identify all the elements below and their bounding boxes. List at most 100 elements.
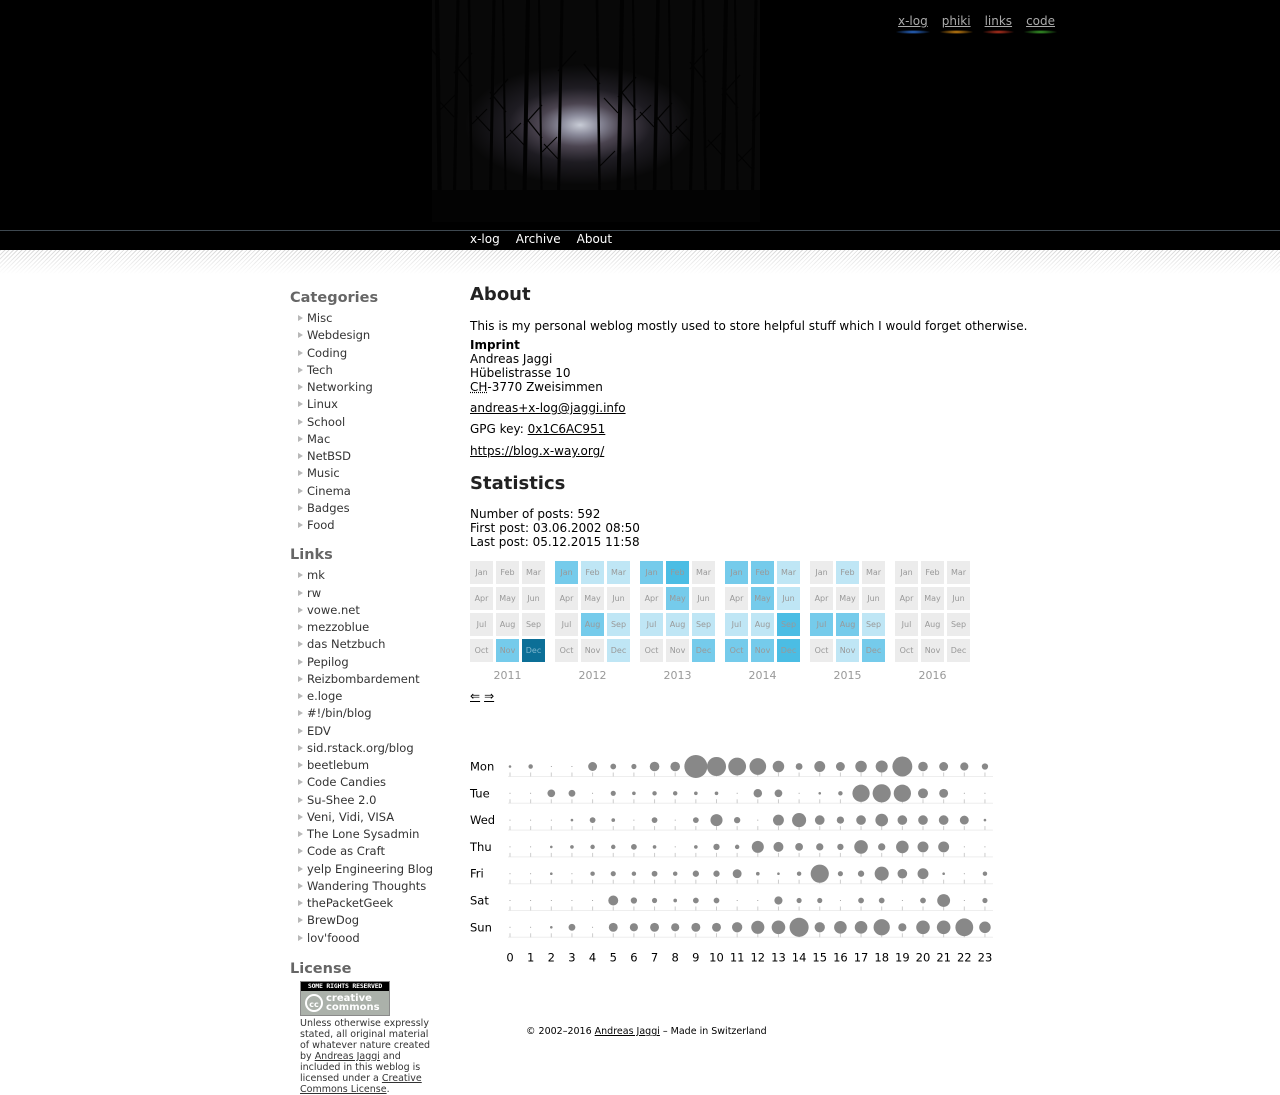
calendar-month-cell[interactable]: Apr — [725, 587, 748, 610]
calendar-month-cell[interactable]: Oct — [810, 639, 833, 662]
category-link[interactable]: Mac — [307, 432, 330, 446]
calendar-month-cell[interactable]: Feb — [921, 561, 944, 584]
calendar-month-cell[interactable]: Jan — [640, 561, 663, 584]
calendar-month-cell[interactable]: Jun — [522, 587, 545, 610]
calendar-month-cell[interactable]: Jan — [555, 561, 578, 584]
calendar-month-cell[interactable]: Sep — [692, 613, 715, 636]
calendar-month-cell[interactable]: Mar — [692, 561, 715, 584]
blogroll-link[interactable]: sid.rstack.org/blog — [307, 741, 414, 755]
calendar-month-cell[interactable]: Feb — [751, 561, 774, 584]
calendar-month-cell[interactable]: Sep — [522, 613, 545, 636]
calendar-month-cell[interactable]: Dec — [607, 639, 630, 662]
creative-commons-badge[interactable]: SOME RIGHTS RESERVED cc creative commons — [300, 981, 390, 1016]
calendar-month-cell[interactable]: Apr — [895, 587, 918, 610]
footer-author-link[interactable]: Andreas Jaggi — [595, 1026, 660, 1037]
calendar-month-cell[interactable]: Sep — [777, 613, 800, 636]
calendar-month-cell[interactable]: Jun — [777, 587, 800, 610]
calendar-month-cell[interactable]: Mar — [947, 561, 970, 584]
calendar-month-cell[interactable]: Dec — [692, 639, 715, 662]
email-link[interactable]: andreas+x-log@jaggi.info — [470, 401, 626, 415]
calendar-month-cell[interactable]: May — [666, 587, 689, 610]
blogroll-link[interactable]: mk — [307, 568, 325, 582]
license-author-link[interactable]: Andreas Jaggi — [315, 1051, 380, 1062]
calendar-month-cell[interactable]: Feb — [836, 561, 859, 584]
blogroll-link[interactable]: thePacketGeek — [307, 896, 393, 910]
calendar-month-cell[interactable]: Jan — [895, 561, 918, 584]
category-link[interactable]: Music — [307, 466, 340, 480]
calendar-month-cell[interactable]: Mar — [607, 561, 630, 584]
calendar-month-cell[interactable]: Sep — [947, 613, 970, 636]
calendar-month-cell[interactable]: Oct — [640, 639, 663, 662]
blogroll-link[interactable]: Reizbombardement — [307, 672, 420, 686]
blogroll-link[interactable]: Code as Craft — [307, 844, 385, 858]
calendar-month-cell[interactable]: Apr — [470, 587, 493, 610]
blogroll-link[interactable]: The Lone Sysadmin — [307, 827, 419, 841]
calendar-month-cell[interactable]: Nov — [751, 639, 774, 662]
calendar-month-cell[interactable]: Dec — [522, 639, 545, 662]
top-nav-x-log[interactable]: x-log — [898, 14, 928, 34]
blogroll-link[interactable]: Veni, Vidi, VISA — [307, 810, 394, 824]
blogroll-link[interactable]: #!/bin/blog — [307, 706, 372, 720]
calendar-month-cell[interactable]: Aug — [496, 613, 519, 636]
calendar-month-cell[interactable]: Jul — [810, 613, 833, 636]
blogroll-link[interactable]: lov'foood — [307, 931, 360, 945]
category-link[interactable]: School — [307, 415, 345, 429]
calendar-month-cell[interactable]: Jul — [470, 613, 493, 636]
calendar-month-cell[interactable]: Oct — [470, 639, 493, 662]
blogroll-link[interactable]: BrewDog — [307, 913, 359, 927]
blogroll-link[interactable]: das Netzbuch — [307, 637, 385, 651]
top-nav-links[interactable]: links — [985, 14, 1012, 34]
calendar-month-cell[interactable]: Jan — [725, 561, 748, 584]
category-link[interactable]: Linux — [307, 397, 338, 411]
calendar-month-cell[interactable]: Nov — [496, 639, 519, 662]
calendar-month-cell[interactable]: Oct — [725, 639, 748, 662]
category-link[interactable]: Misc — [307, 311, 332, 325]
blogroll-link[interactable]: EDV — [307, 724, 331, 738]
blogroll-link[interactable]: e.loge — [307, 689, 342, 703]
category-link[interactable]: Tech — [307, 363, 333, 377]
calendar-month-cell[interactable]: Aug — [836, 613, 859, 636]
calendar-month-cell[interactable]: Aug — [921, 613, 944, 636]
calendar-month-cell[interactable]: Mar — [862, 561, 885, 584]
calendar-month-cell[interactable]: Feb — [666, 561, 689, 584]
calendar-month-cell[interactable]: Nov — [666, 639, 689, 662]
blog-url-link[interactable]: https://blog.x-way.org/ — [470, 444, 604, 458]
category-link[interactable]: Networking — [307, 380, 373, 394]
calendar-month-cell[interactable]: Sep — [607, 613, 630, 636]
calendar-month-cell[interactable]: Jan — [810, 561, 833, 584]
blogroll-link[interactable]: Code Candies — [307, 775, 386, 789]
calendar-month-cell[interactable]: Apr — [810, 587, 833, 610]
category-link[interactable]: Webdesign — [307, 328, 370, 342]
blogroll-link[interactable]: mezzoblue — [307, 620, 369, 634]
calendar-month-cell[interactable]: Feb — [581, 561, 604, 584]
main-nav-x-log[interactable]: x-log — [470, 232, 500, 246]
calendar-month-cell[interactable]: Oct — [555, 639, 578, 662]
calendar-month-cell[interactable]: Aug — [666, 613, 689, 636]
calendar-month-cell[interactable]: Sep — [862, 613, 885, 636]
blogroll-link[interactable]: Su-Shee 2.0 — [307, 793, 376, 807]
calendar-month-cell[interactable]: Apr — [640, 587, 663, 610]
gpg-key-link[interactable]: 0x1C6AC951 — [528, 422, 606, 436]
category-link[interactable]: NetBSD — [307, 449, 351, 463]
calendar-prev-arrow[interactable]: ⇐ — [470, 689, 480, 703]
top-nav-code[interactable]: code — [1026, 14, 1055, 34]
calendar-month-cell[interactable]: May — [751, 587, 774, 610]
blogroll-link[interactable]: Pepilog — [307, 655, 349, 669]
category-link[interactable]: Coding — [307, 346, 347, 360]
calendar-month-cell[interactable]: Jun — [607, 587, 630, 610]
calendar-month-cell[interactable]: Nov — [581, 639, 604, 662]
calendar-month-cell[interactable]: Jul — [555, 613, 578, 636]
category-link[interactable]: Badges — [307, 501, 350, 515]
calendar-month-cell[interactable]: Jul — [640, 613, 663, 636]
calendar-month-cell[interactable]: Oct — [895, 639, 918, 662]
calendar-month-cell[interactable]: May — [581, 587, 604, 610]
calendar-month-cell[interactable]: Mar — [522, 561, 545, 584]
calendar-month-cell[interactable]: May — [921, 587, 944, 610]
calendar-month-cell[interactable]: Mar — [777, 561, 800, 584]
calendar-month-cell[interactable]: Jun — [862, 587, 885, 610]
blogroll-link[interactable]: vowe.net — [307, 603, 360, 617]
main-nav-archive[interactable]: Archive — [516, 232, 561, 246]
calendar-month-cell[interactable]: Apr — [555, 587, 578, 610]
calendar-month-cell[interactable]: Jan — [470, 561, 493, 584]
calendar-month-cell[interactable]: Aug — [581, 613, 604, 636]
